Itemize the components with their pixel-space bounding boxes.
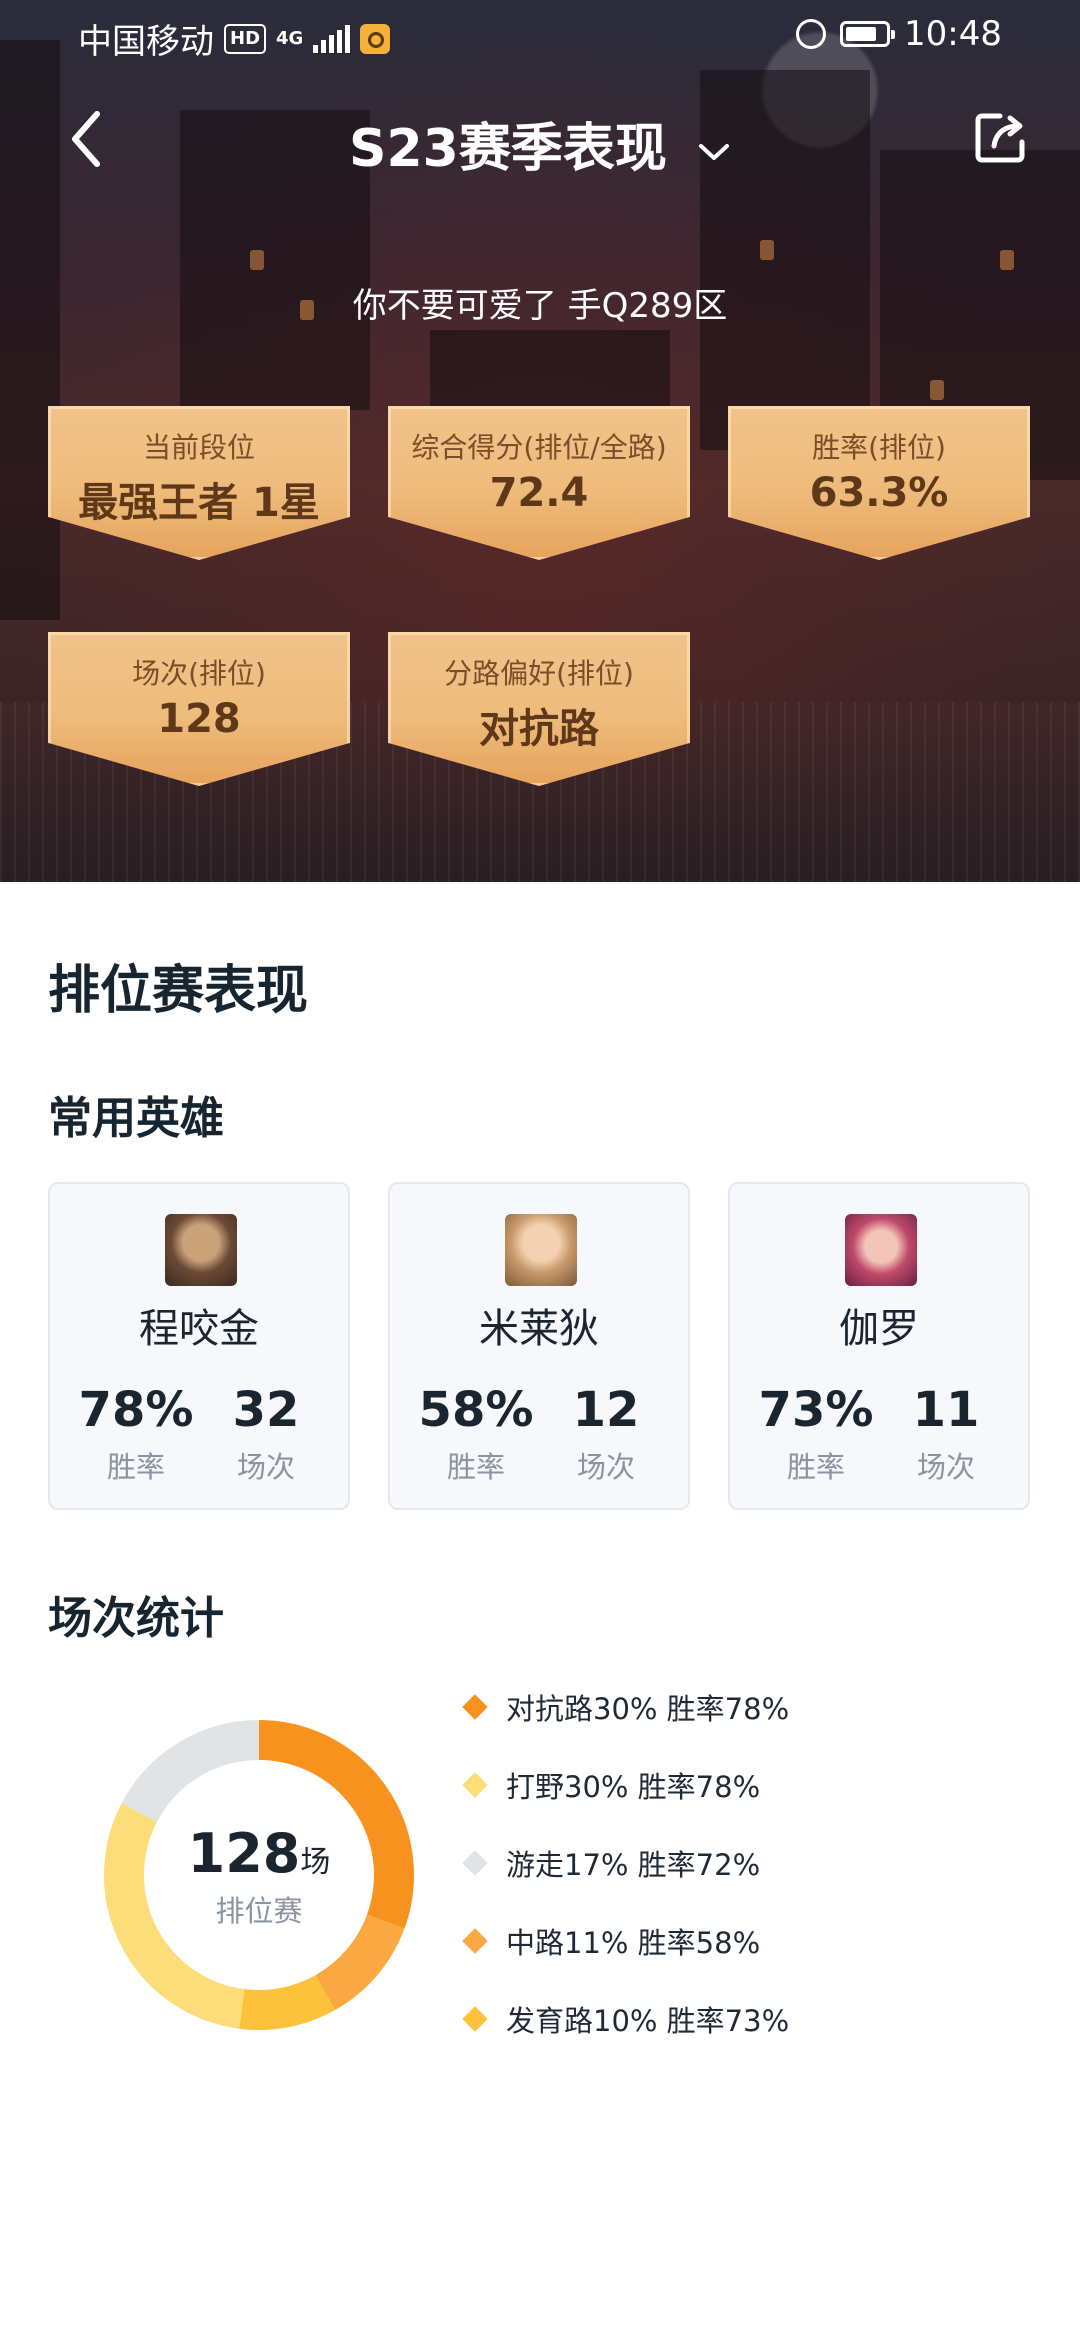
games-caption: 场次	[916, 1450, 975, 1484]
carrier-label: 中国移动	[78, 22, 214, 62]
hero-games: 11	[912, 1382, 980, 1438]
hero-avatar	[505, 1214, 577, 1286]
donut-center: 128场 排位赛	[94, 1710, 424, 2040]
page-title: S23赛季表现	[349, 119, 667, 179]
games-section-title: 场次统计	[48, 1593, 224, 1644]
player-info: 你不要可爱了 手Q289区	[352, 286, 728, 326]
stat-value: 63.3%	[809, 470, 949, 516]
legend-swatch	[462, 1850, 488, 1876]
stat-label: 分路偏好(排位)	[444, 657, 634, 690]
hero-avatar	[845, 1214, 917, 1286]
legend-text: 中路11% 胜率58%	[506, 1926, 761, 1960]
status-bar: 中国移动 HD 4G 10:48	[0, 0, 1080, 74]
legend-text: 打野30% 胜率78%	[506, 1770, 761, 1804]
stat-label: 场次(排位)	[132, 657, 266, 690]
ranked-section-title: 排位赛表现	[48, 961, 309, 1021]
winrate-caption: 胜率	[446, 1450, 505, 1484]
hero-card[interactable]: 米莱狄 58% 12 胜率 场次	[388, 1182, 690, 1510]
games-caption: 场次	[236, 1450, 295, 1484]
hero-winrate: 73%	[758, 1382, 874, 1438]
clock: 10:48	[904, 14, 1002, 54]
hero-games: 12	[572, 1382, 640, 1438]
total-games-unit: 场	[300, 1845, 331, 1880]
hero-winrate: 58%	[418, 1382, 534, 1438]
alarm-icon	[796, 19, 827, 49]
app-notification-icon	[360, 23, 391, 54]
signal-icon	[313, 24, 351, 53]
total-games-count: 128场	[94, 1822, 424, 1885]
share-icon	[975, 113, 1025, 163]
winrate-caption: 胜率	[786, 1450, 845, 1484]
total-games-value: 128	[187, 1822, 301, 1885]
legend-swatch	[462, 1694, 488, 1720]
hero-card[interactable]: 程咬金 78% 32 胜率 场次	[48, 1182, 350, 1510]
legend-swatch	[462, 1928, 488, 1954]
legend-text: 游走17% 胜率72%	[506, 1848, 761, 1882]
games-caption: 场次	[576, 1450, 635, 1484]
network-label: 4G	[276, 28, 304, 49]
stat-label: 综合得分(排位/全路)	[411, 431, 667, 464]
top-nav: S23赛季表现	[0, 96, 1080, 186]
legend-swatch	[462, 2006, 488, 2032]
share-button[interactable]	[970, 108, 1030, 168]
hero-games: 32	[232, 1382, 300, 1438]
hero-name: 伽罗	[839, 1306, 919, 1352]
stat-label: 当前段位	[142, 431, 255, 464]
chevron-down-icon	[698, 144, 729, 160]
hero-name: 米莱狄	[479, 1306, 599, 1352]
legend-swatch	[462, 1772, 488, 1798]
stat-value: 72.4	[489, 470, 589, 516]
stat-value: 对抗路	[479, 706, 599, 752]
stat-value: 最强王者 1星	[78, 480, 320, 526]
heroes-section-title: 常用英雄	[48, 1093, 224, 1144]
season-selector[interactable]: S23赛季表现	[0, 106, 1080, 181]
legend-text: 发育路10% 胜率73%	[506, 2004, 790, 2038]
legend-text: 对抗路30% 胜率78%	[506, 1692, 790, 1726]
hero-name: 程咬金	[139, 1306, 259, 1352]
hero-avatar	[165, 1214, 237, 1286]
hd-badge: HD	[224, 23, 267, 54]
stat-label: 胜率(排位)	[812, 431, 946, 464]
hero-card[interactable]: 伽罗 73% 11 胜率 场次	[728, 1182, 1030, 1510]
winrate-caption: 胜率	[106, 1450, 165, 1484]
hero-winrate: 78%	[78, 1382, 194, 1438]
total-games-caption: 排位赛	[215, 1894, 303, 1928]
battery-icon	[840, 21, 896, 47]
stat-value: 128	[157, 696, 241, 742]
